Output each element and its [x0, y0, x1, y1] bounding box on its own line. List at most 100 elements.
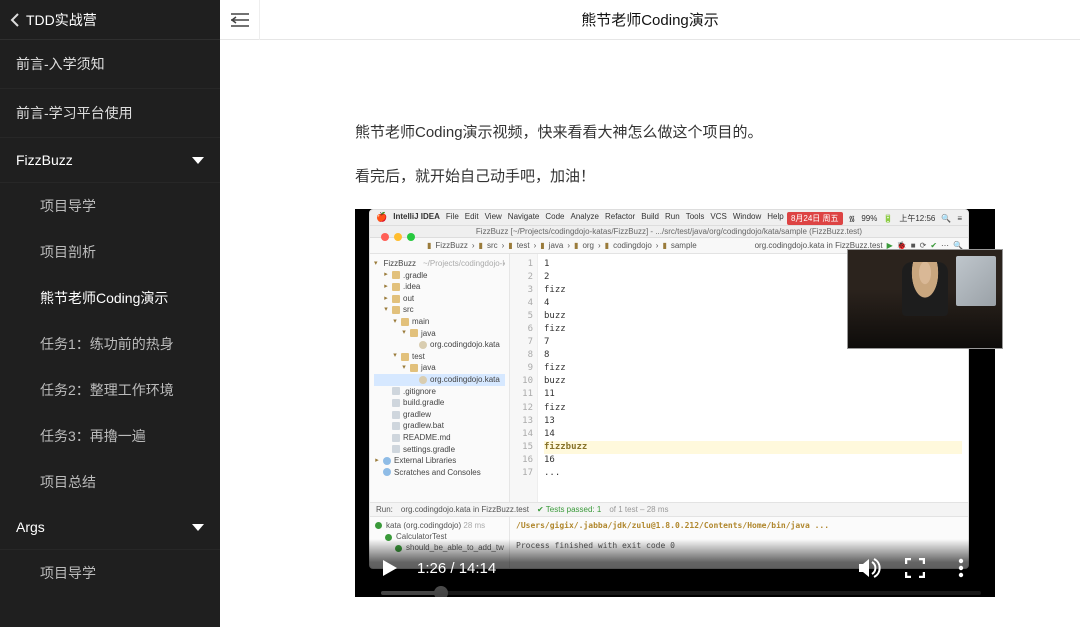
menu-item: Refactor	[605, 212, 635, 223]
nav-sub-task2[interactable]: 任务2：整理工作环境	[0, 367, 220, 413]
more-options-button[interactable]	[947, 554, 975, 582]
nav-sub-task3[interactable]: 任务3：再擼一遍	[0, 413, 220, 459]
menu-item: Run	[665, 212, 680, 223]
tree-row: ▸.gradle	[374, 270, 505, 282]
play-button[interactable]	[375, 554, 403, 582]
crumb: src	[487, 241, 498, 250]
tree-row: gradlew.bat	[374, 420, 505, 432]
nav-sub-analysis[interactable]: 项目剖析	[0, 229, 220, 275]
collapse-icon	[231, 13, 249, 27]
tree-row: ▸out	[374, 293, 505, 305]
tests-passed: ✔ Tests passed: 1	[537, 505, 601, 514]
course-sidebar: TDD实战营 前言-入学须知 前言-学习平台使用 FizzBuzz 项目导学 项…	[0, 0, 220, 627]
nav-sub-summary[interactable]: 项目总结	[0, 459, 220, 505]
tree-row: org.codingdojo.kata	[374, 374, 505, 386]
time-display: 1:26 / 14:14	[417, 560, 496, 577]
nav-label: 前言-入学须知	[16, 54, 105, 74]
console-line: /Users/gigix/.jabba/jdk/zulu@1.8.0.212/C…	[516, 520, 962, 532]
main-area: 熊节老师Coding演示 熊节老师Coding演示视频，快来看看大神怎么做这个项…	[220, 0, 1080, 627]
run-target: org.codingdojo.kata in FizzBuzz.test	[401, 505, 529, 514]
nav-sub-task1[interactable]: 任务1：练功前的热身	[0, 321, 220, 367]
topbar: 熊节老师Coding演示	[220, 0, 1080, 40]
nav-section-fizzbuzz[interactable]: FizzBuzz	[0, 138, 220, 183]
nav-sub-args-intro[interactable]: 项目导学	[0, 550, 220, 596]
tree-row: Scratches and Consoles	[374, 467, 505, 479]
crumb: FizzBuzz	[435, 241, 467, 250]
caret-down-icon	[192, 524, 204, 531]
project-tree: ▾FizzBuzz~/Projects/codingdojo-katas/Fiz…	[370, 254, 510, 502]
line-gutter: 1234567891011121314151617	[510, 254, 538, 502]
menu-item: Build	[641, 212, 659, 223]
crumb: test	[517, 241, 530, 250]
collapse-sidebar-button[interactable]	[220, 0, 260, 40]
tree-row: ▾java	[374, 328, 505, 340]
chevron-left-icon	[10, 13, 20, 27]
tree-row: ▸External Libraries	[374, 455, 505, 467]
clock: 上午12:56	[899, 213, 935, 224]
tree-row: ▾src	[374, 304, 505, 316]
menu-item: Tools	[686, 212, 705, 223]
nav-sub-demo[interactable]: 熊节老师Coding演示	[0, 275, 220, 321]
nav-label: 前言-学习平台使用	[16, 103, 133, 123]
volume-button[interactable]	[855, 554, 883, 582]
intro-line-1: 熊节老师Coding演示视频，快来看看大神怎么做这个项目的。	[355, 120, 1020, 146]
nav-section-args[interactable]: Args	[0, 505, 220, 550]
nav-label: FizzBuzz	[16, 152, 73, 168]
nav-item-preface-platform[interactable]: 前言-学习平台使用	[0, 89, 220, 138]
tree-row: README.md	[374, 432, 505, 444]
crumb: sample	[671, 241, 697, 250]
nav-item-preface-notice[interactable]: 前言-入学须知	[0, 40, 220, 89]
run-bar: Run: org.codingdojo.kata in FizzBuzz.tes…	[370, 502, 968, 516]
battery-icon: 🔋	[883, 214, 893, 223]
crumb: org	[582, 241, 594, 250]
tree-row: .gitignore	[374, 386, 505, 398]
video-controls: 1:26 / 14:14	[355, 539, 995, 597]
course-title: TDD实战营	[26, 10, 97, 30]
close-dot-icon	[381, 233, 389, 241]
fullscreen-button[interactable]	[901, 554, 929, 582]
tree-row: gradlew	[374, 409, 505, 421]
sidebar-header[interactable]: TDD实战营	[0, 0, 220, 40]
ide-app-name: IntelliJ IDEA	[393, 212, 440, 223]
menu-item: Help	[767, 212, 783, 223]
wifi-icon: ᯾	[849, 213, 856, 224]
menu-item: File	[446, 212, 459, 223]
max-dot-icon	[407, 233, 415, 241]
caret-down-icon	[192, 157, 204, 164]
intro-line-2: 看完后，就开始自己动手吧，加油！	[355, 164, 1020, 190]
ide-window-title: FizzBuzz [~/Projects/codingdojo-katas/Fi…	[370, 226, 968, 238]
page-title: 熊节老师Coding演示	[581, 9, 719, 30]
tree-row: ▾java	[374, 362, 505, 374]
mac-status: 8月24日 周五 ᯾ 99% 🔋 上午12:56 🔍 ≡	[787, 212, 962, 225]
menu-icon: ≡	[957, 214, 962, 223]
lesson-content: 熊节老师Coding演示视频，快来看看大神怎么做这个项目的。 看完后，就开始自己…	[220, 40, 1080, 627]
tree-row: ▾FizzBuzz~/Projects/codingdojo-katas/Fiz…	[374, 258, 505, 270]
webcam-overlay	[847, 249, 1003, 349]
mac-traffic-lights	[374, 228, 422, 246]
menu-item: Analyze	[571, 212, 599, 223]
tree-row: ▸.idea	[374, 281, 505, 293]
battery-pct: 99%	[861, 214, 877, 223]
tree-row: settings.gradle	[374, 444, 505, 456]
menu-item: Code	[545, 212, 564, 223]
tree-row: build.gradle	[374, 397, 505, 409]
menu-item: Edit	[465, 212, 479, 223]
nav-label: Args	[16, 519, 45, 535]
ide-menubar: 🍎 IntelliJ IDEA File Edit View Navigate …	[370, 210, 968, 226]
menu-item: Navigate	[508, 212, 540, 223]
crumb: java	[549, 241, 564, 250]
min-dot-icon	[394, 233, 402, 241]
date-badge: 8月24日 周五	[787, 212, 843, 225]
video-player[interactable]: 🍎 IntelliJ IDEA File Edit View Navigate …	[355, 209, 995, 597]
search-icon: 🔍	[941, 214, 951, 223]
tree-row: org.codingdojo.kata	[374, 339, 505, 351]
menu-item: VCS	[710, 212, 726, 223]
test-node: kata (org.codingdojo) 28 ms	[375, 520, 504, 531]
menu-item: View	[485, 212, 502, 223]
tree-row: ▾test	[374, 351, 505, 363]
nav-sub-intro[interactable]: 项目导学	[0, 183, 220, 229]
menu-item: Window	[733, 212, 761, 223]
tests-detail: of 1 test – 28 ms	[609, 505, 668, 514]
apple-icon: 🍎	[376, 212, 387, 223]
tree-row: ▾main	[374, 316, 505, 328]
